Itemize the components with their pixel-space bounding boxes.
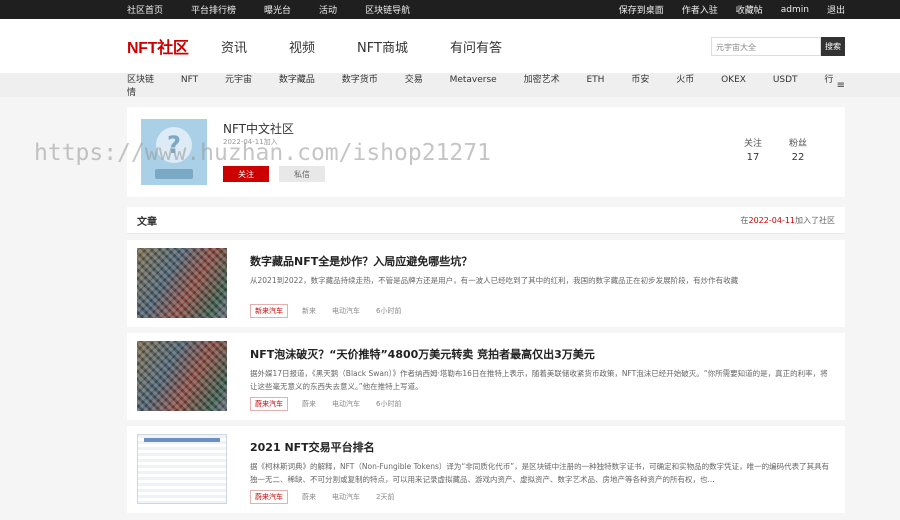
articles-section-header: 文章 在2022-04-11加入了社区 <box>127 207 845 234</box>
site-logo[interactable]: NFT社区 <box>127 34 221 58</box>
nav-news[interactable]: 资讯 <box>221 37 247 56</box>
search-input[interactable]: 元宇宙大全 <box>711 36 821 56</box>
top-link-ranking[interactable]: 平台排行榜 <box>191 3 236 16</box>
article-excerpt: 从2021到2022，数字藏品持续走热，不管是品牌方还是用户，有一波人已经吃到了… <box>250 276 739 285</box>
joined-suffix: 加入了社区 <box>795 215 835 225</box>
article-tag[interactable]: 电动汽车 <box>332 399 360 409</box>
article-meta: 蔚来汽车 蔚来 电动汽车 6小时前 <box>250 397 417 411</box>
stat-fans-value: 22 <box>791 152 805 163</box>
category-list: 区块链 NFT 元宇宙 数字藏品 数字货币 交易 Metaverse 加密艺术 … <box>127 72 837 98</box>
article-thumbnail[interactable] <box>137 434 227 504</box>
article-meta: 蔚来汽车 蔚来 电动汽车 2天前 <box>250 490 410 504</box>
article-item[interactable]: 2021 NFT交易平台排名 据《柯林斯词典》的解释，NFT（Non-Fungi… <box>127 426 845 513</box>
article-tag[interactable]: 蔚来 <box>302 492 316 502</box>
top-link-favorites[interactable]: 收藏帖 <box>736 3 763 16</box>
avatar-placeholder-icon: ? <box>156 127 192 163</box>
stat-fans-label: 粉丝 <box>788 139 807 149</box>
community-joined-note: 在2022-04-11加入了社区 <box>741 215 836 226</box>
article-category-badge[interactable]: 蔚来汽车 <box>250 490 288 504</box>
thumbnail-table-header <box>144 438 220 442</box>
search-box: 元宇宙大全 搜索 <box>711 36 845 56</box>
stat-following[interactable]: 关注 17 <box>733 136 773 163</box>
category-item[interactable]: 元宇宙 <box>225 75 252 85</box>
category-item[interactable]: 火币 <box>676 75 694 85</box>
category-item[interactable]: 数字货币 <box>342 75 378 85</box>
article-excerpt: 据《柯林斯词典》的解释，NFT（Non-Fungible Tokens）译为“非… <box>250 462 830 484</box>
article-title[interactable]: NFT泡沫破灭？“天价推特”4800万美元转卖 竞拍者最高仅出3万美元 <box>250 346 595 362</box>
joined-prefix: 在 <box>740 215 749 225</box>
article-title[interactable]: 数字藏品NFT全是炒作？入局应避免哪些坑？ <box>250 253 472 269</box>
category-item[interactable]: USDT <box>773 75 798 85</box>
category-item[interactable]: 加密艺术 <box>524 75 560 85</box>
category-item[interactable]: 币安 <box>631 75 649 85</box>
top-link-exposure[interactable]: 曝光台 <box>264 3 291 16</box>
nav-qa[interactable]: 有问有答 <box>450 37 502 56</box>
article-category-badge[interactable]: 新来汽车 <box>250 304 288 318</box>
top-link-author-join[interactable]: 作者入驻 <box>682 3 718 16</box>
article-tag[interactable]: 电动汽车 <box>332 306 360 316</box>
article-category-badge[interactable]: 蔚来汽车 <box>250 397 288 411</box>
top-link-home[interactable]: 社区首页 <box>127 3 163 16</box>
article-excerpt: 据外媒17日报道，《黑天鹅（Black Swan）》作者纳西姆·塔勒布16日在推… <box>250 369 828 391</box>
site-header: NFT社区 资讯 视频 NFT商城 有问有答 元宇宙大全 搜索 <box>0 19 900 73</box>
category-item[interactable]: 区块链 <box>127 75 154 85</box>
category-item[interactable]: Metaverse <box>450 75 497 85</box>
message-button[interactable]: 私信 <box>279 166 325 182</box>
article-thumbnail[interactable] <box>137 341 227 411</box>
article-thumbnail[interactable] <box>137 248 227 318</box>
top-link-username[interactable]: admin <box>781 5 809 15</box>
main-nav: 资讯 视频 NFT商城 有问有答 <box>221 37 544 56</box>
profile-card: ? NFT中文社区 2022-04-11加入 关注 私信 关注 17 粉丝 22 <box>127 107 845 197</box>
stat-fans[interactable]: 粉丝 22 <box>778 136 818 163</box>
top-link-blockchain-nav[interactable]: 区块链导航 <box>365 3 410 16</box>
joined-date: 2022-04-11 <box>748 215 796 225</box>
article-tag[interactable]: 新来 <box>302 306 316 316</box>
nav-nft-mall[interactable]: NFT商城 <box>357 37 408 56</box>
article-tag[interactable]: 蔚来 <box>302 399 316 409</box>
avatar-badge <box>155 169 193 179</box>
article-time: 6小时前 <box>376 400 402 408</box>
category-item[interactable]: OKEX <box>721 75 746 85</box>
top-bar: 社区首页 平台排行榜 曝光台 活动 区块链导航 保存到桌面 作者入驻 收藏帖 a… <box>0 0 900 19</box>
top-links-right: 保存到桌面 作者入驻 收藏帖 admin 退出 <box>601 3 845 17</box>
top-links-left: 社区首页 平台排行榜 曝光台 活动 区块链导航 <box>127 3 438 16</box>
article-item[interactable]: 数字藏品NFT全是炒作？入局应避免哪些坑？ 从2021到2022，数字藏品持续走… <box>127 240 845 327</box>
article-title[interactable]: 2021 NFT交易平台排名 <box>250 439 375 455</box>
article-time: 2天前 <box>376 493 395 501</box>
avatar: ? <box>141 119 207 185</box>
top-link-logout[interactable]: 退出 <box>827 3 845 16</box>
profile-name: NFT中文社区 <box>223 122 294 136</box>
follow-button[interactable]: 关注 <box>223 166 269 182</box>
stat-following-value: 17 <box>746 152 760 163</box>
stat-following-label: 关注 <box>743 139 762 149</box>
menu-icon[interactable]: ≡ <box>837 80 845 91</box>
category-item[interactable]: 交易 <box>405 75 423 85</box>
category-item[interactable]: NFT <box>181 75 198 85</box>
top-link-events[interactable]: 活动 <box>319 3 337 16</box>
top-link-save-desktop[interactable]: 保存到桌面 <box>619 3 664 16</box>
category-bar: 区块链 NFT 元宇宙 数字藏品 数字货币 交易 Metaverse 加密艺术 … <box>0 72 900 98</box>
profile-joined-date: 2022-04-11加入 <box>223 138 278 146</box>
articles-section-title: 文章 <box>137 216 157 228</box>
article-meta: 新来汽车 新来 电动汽车 6小时前 <box>250 304 417 318</box>
category-item[interactable]: 数字藏品 <box>279 75 315 85</box>
article-tag[interactable]: 电动汽车 <box>332 492 360 502</box>
article-item[interactable]: NFT泡沫破灭？“天价推特”4800万美元转卖 竞拍者最高仅出3万美元 据外媒1… <box>127 333 845 420</box>
nav-video[interactable]: 视频 <box>289 37 315 56</box>
search-button[interactable]: 搜索 <box>821 36 845 56</box>
article-time: 6小时前 <box>376 307 402 315</box>
category-item[interactable]: ETH <box>586 75 604 85</box>
